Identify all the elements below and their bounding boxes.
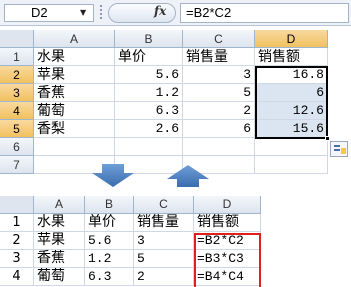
- formula-bar: D2 ▼ fx =B2*C2: [0, 0, 351, 26]
- separator-grip: [100, 3, 103, 23]
- fx-icon[interactable]: fx: [154, 4, 166, 18]
- cell-b2[interactable]: 5.6: [85, 232, 134, 250]
- column-header-c[interactable]: C: [134, 196, 194, 214]
- cell-c2[interactable]: 3: [134, 232, 194, 250]
- dropdown-arrow-icon[interactable]: ▼: [80, 4, 86, 22]
- cell-b3[interactable]: 1.2: [85, 250, 134, 268]
- cell-b5[interactable]: 2.6: [115, 120, 183, 138]
- cell-b4[interactable]: 6.3: [85, 268, 134, 286]
- cell-b1[interactable]: 单价: [115, 48, 183, 66]
- cell-c5[interactable]: 6: [183, 120, 255, 138]
- cell-d4[interactable]: =B4*C4: [194, 268, 261, 286]
- cell-a1[interactable]: 水果: [34, 48, 115, 66]
- up-arrow-icon: [167, 165, 209, 187]
- cell-d3[interactable]: =B3*C3: [194, 250, 261, 268]
- cell-b4[interactable]: 6.3: [115, 102, 183, 120]
- column-header-c[interactable]: C: [183, 30, 255, 48]
- cell-a2[interactable]: 苹果: [34, 66, 115, 84]
- cell-a3[interactable]: 香蕉: [34, 84, 115, 102]
- row-header-1[interactable]: 1: [0, 48, 34, 66]
- cell-a6[interactable]: [34, 138, 115, 156]
- column-header-a[interactable]: A: [34, 30, 115, 48]
- row-header-1[interactable]: 1: [0, 214, 34, 232]
- select-all-corner[interactable]: [0, 30, 34, 48]
- row-header-4[interactable]: 4: [0, 102, 34, 120]
- cell-d5[interactable]: 15.6: [255, 120, 328, 138]
- cell-d1[interactable]: 销售额: [255, 48, 328, 66]
- cell-d3[interactable]: 6: [255, 84, 328, 102]
- column-header-a[interactable]: A: [34, 196, 85, 214]
- column-header-b[interactable]: B: [85, 196, 134, 214]
- row-header-4[interactable]: 4: [0, 268, 34, 286]
- row-header-3[interactable]: 3: [0, 250, 34, 268]
- cell-b1[interactable]: 单价: [85, 214, 134, 232]
- cell-d1[interactable]: 销售额: [194, 214, 261, 232]
- cell-c6[interactable]: [183, 138, 255, 156]
- column-header-b[interactable]: B: [115, 30, 183, 48]
- cell-d2[interactable]: =B2*C2: [194, 232, 261, 250]
- cell-a4[interactable]: 葡萄: [34, 102, 115, 120]
- row-header-6[interactable]: 6: [0, 138, 34, 156]
- row-header-2[interactable]: 2: [0, 232, 34, 250]
- cell-a3[interactable]: 香蕉: [34, 250, 85, 268]
- cell-b6[interactable]: [115, 138, 183, 156]
- cell-c4[interactable]: 2: [134, 268, 194, 286]
- select-all-corner[interactable]: [0, 196, 34, 214]
- cell-d4[interactable]: 12.6: [255, 102, 328, 120]
- cell-c1[interactable]: 销售量: [183, 48, 255, 66]
- cell-c2[interactable]: 3: [183, 66, 255, 84]
- column-header-d[interactable]: D: [194, 196, 261, 214]
- paste-options-icon[interactable]: [330, 141, 348, 157]
- cell-d2[interactable]: 16.8: [255, 66, 328, 84]
- row-header-3[interactable]: 3: [0, 84, 34, 102]
- cell-a2[interactable]: 苹果: [34, 232, 85, 250]
- formula-input[interactable]: =B2*C2: [180, 3, 349, 23]
- row-header-7[interactable]: 7: [0, 156, 34, 174]
- down-arrow-icon: [92, 164, 134, 187]
- cell-b2[interactable]: 5.6: [115, 66, 183, 84]
- cell-d6[interactable]: [255, 138, 328, 156]
- column-header-d[interactable]: D: [255, 30, 328, 48]
- cell-a1[interactable]: 水果: [34, 214, 85, 232]
- cell-c4[interactable]: 2: [183, 102, 255, 120]
- cell-c1[interactable]: 销售量: [134, 214, 194, 232]
- row-header-2[interactable]: 2: [0, 66, 34, 84]
- row-header-5[interactable]: 5: [0, 120, 34, 138]
- cell-c3[interactable]: 5: [134, 250, 194, 268]
- cell-a4[interactable]: 葡萄: [34, 268, 85, 286]
- cell-a5[interactable]: 香梨: [34, 120, 115, 138]
- cell-d7[interactable]: [255, 156, 328, 174]
- cell-b3[interactable]: 1.2: [115, 84, 183, 102]
- cell-c3[interactable]: 5: [183, 84, 255, 102]
